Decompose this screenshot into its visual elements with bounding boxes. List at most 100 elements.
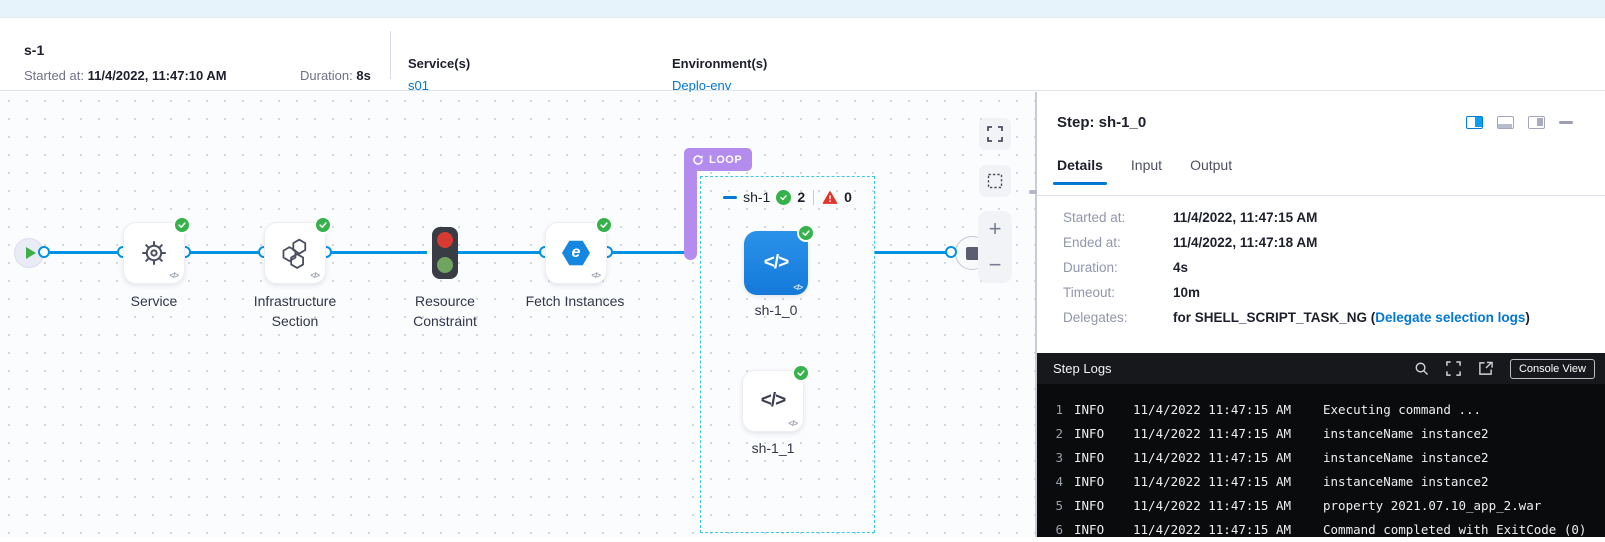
success-count: 2 xyxy=(797,189,805,205)
layout-split-icon[interactable] xyxy=(1466,116,1483,129)
detail-value: for SHELL_SCRIPT_TASK_NG (Delegate selec… xyxy=(1173,310,1530,325)
detail-label: Ended at: xyxy=(1063,235,1173,250)
zoom-in-button[interactable]: + xyxy=(978,218,1012,240)
fetch-instances-icon: e xyxy=(562,240,590,266)
duration-label: Duration: xyxy=(300,68,353,83)
environment-link[interactable]: Deplo-env xyxy=(672,78,767,93)
code-mini-icon: </> xyxy=(169,271,178,280)
detail-row: Ended at: 11/4/2022, 11:47:18 AM xyxy=(1063,235,1530,250)
log-line: 3INFO11/4/2022 11:47:15 AMinstanceName i… xyxy=(1037,446,1605,470)
search-icon[interactable] xyxy=(1414,361,1429,376)
node-label-sh-1-0: sh-1_0 xyxy=(726,300,826,320)
marquee-select-icon xyxy=(987,173,1003,189)
node-sh-1-0[interactable]: </> </> xyxy=(744,231,808,295)
success-badge-icon xyxy=(797,224,815,242)
step-tabs: Details Input Output xyxy=(1057,157,1232,185)
services-label: Service(s) xyxy=(408,56,470,71)
success-badge-icon xyxy=(595,216,613,234)
play-icon xyxy=(26,247,36,259)
script-icon: </> xyxy=(761,390,785,412)
detail-label: Duration: xyxy=(1063,260,1173,275)
detail-label: Delegates: xyxy=(1063,310,1173,325)
success-count-icon xyxy=(776,190,791,205)
minimize-icon[interactable] xyxy=(1559,121,1573,124)
traffic-red-light xyxy=(437,232,453,248)
layout-bottom-icon[interactable] xyxy=(1497,116,1514,129)
step-logs-body[interactable]: 1INFO11/4/2022 11:47:15 AMExecuting comm… xyxy=(1037,384,1605,537)
environments-block: Environment(s) Deplo-env xyxy=(672,56,767,93)
code-mini-icon: </> xyxy=(310,271,319,280)
error-count-icon xyxy=(822,190,838,205)
group-name: sh-1 xyxy=(743,189,770,205)
loop-label: LOOP xyxy=(709,154,742,166)
delegate-selection-logs-link[interactable]: Delegate selection logs xyxy=(1375,310,1525,325)
panel-layout-controls xyxy=(1466,116,1573,129)
code-mini-icon: </> xyxy=(788,419,797,428)
detail-value: 11/4/2022, 11:47:15 AM xyxy=(1173,210,1317,225)
node-resource-constraint[interactable] xyxy=(432,227,458,279)
traffic-green-light xyxy=(437,257,453,273)
collapse-group-icon[interactable] xyxy=(723,196,737,199)
environments-label: Environment(s) xyxy=(672,56,767,71)
node-sh-1-1[interactable]: </> </> xyxy=(742,370,804,432)
tab-details[interactable]: Details xyxy=(1057,157,1103,185)
console-view-button[interactable]: Console View xyxy=(1510,359,1595,379)
detail-row: Delegates: for SHELL_SCRIPT_TASK_NG (Del… xyxy=(1063,310,1530,325)
connector-port xyxy=(945,246,957,258)
detail-row: Duration: 4s xyxy=(1063,260,1530,275)
canvas-select-button[interactable] xyxy=(979,165,1011,197)
fullscreen-icon xyxy=(987,126,1003,142)
success-badge-icon xyxy=(173,216,191,234)
script-icon: </> xyxy=(764,252,788,274)
step-details-panel: Step: sh-1_0 Details Input Output Starte… xyxy=(1037,92,1605,537)
zoom-out-button[interactable]: − xyxy=(978,254,1012,276)
service-link[interactable]: s01 xyxy=(408,78,470,93)
duration-value: 8s xyxy=(356,68,370,83)
detail-row: Timeout: 10m xyxy=(1063,285,1530,300)
detail-value: 4s xyxy=(1173,260,1188,275)
step-details: Started at: 11/4/2022, 11:47:15 AM Ended… xyxy=(1063,210,1530,335)
header-divider xyxy=(390,31,391,79)
loop-group-header: sh-1 2 0 xyxy=(700,187,875,207)
log-actions: Console View xyxy=(1414,359,1595,379)
loop-group-box xyxy=(700,176,875,533)
started-at: Started at: 11/4/2022, 11:47:10 AM xyxy=(24,68,227,83)
node-infrastructure[interactable]: </> xyxy=(264,222,326,284)
node-label-resource: Resource Constraint xyxy=(395,291,495,331)
step-logs-panel: Step Logs Console View xyxy=(1037,353,1605,537)
tab-output[interactable]: Output xyxy=(1190,157,1232,185)
expand-logs-icon[interactable] xyxy=(1446,361,1461,376)
connector-edge xyxy=(449,251,545,254)
code-mini-icon: </> xyxy=(591,271,600,280)
node-service[interactable]: </> xyxy=(123,222,185,284)
node-label-sh-1-1: sh-1_1 xyxy=(723,438,823,458)
tab-input[interactable]: Input xyxy=(1131,157,1162,185)
step-panel-title: Step: sh-1_0 xyxy=(1057,114,1146,131)
pipeline-title: s-1 xyxy=(24,42,44,58)
node-fetch-instances[interactable]: e </> xyxy=(545,222,607,284)
log-line: 4INFO11/4/2022 11:47:15 AMinstanceName i… xyxy=(1037,470,1605,494)
canvas-fullscreen-button[interactable] xyxy=(979,118,1011,150)
detail-value: 11/4/2022, 11:47:18 AM xyxy=(1173,235,1317,250)
pipeline-canvas[interactable]: </> </> e </> Service Infrastructure Sec xyxy=(0,92,1036,537)
hexagons-icon xyxy=(279,237,311,269)
success-badge-icon xyxy=(792,364,810,382)
node-label-fetch: Fetch Instances xyxy=(505,291,645,311)
connector-edge xyxy=(185,251,264,254)
started-at-label: Started at: xyxy=(24,68,84,83)
tabs-divider xyxy=(1037,195,1605,196)
open-in-new-icon[interactable] xyxy=(1478,361,1493,376)
detail-value: 10m xyxy=(1173,285,1200,300)
node-label-service: Service xyxy=(104,291,204,311)
stop-icon xyxy=(966,247,979,260)
log-line: 5INFO11/4/2022 11:47:15 AMproperty 2021.… xyxy=(1037,494,1605,518)
layout-right-icon[interactable] xyxy=(1528,116,1545,129)
connector-edge xyxy=(44,251,123,254)
duration: Duration: 8s xyxy=(300,68,371,83)
loop-badge[interactable]: LOOP xyxy=(684,148,752,171)
loop-icon xyxy=(692,154,704,166)
log-line: 2INFO11/4/2022 11:47:15 AMinstanceName i… xyxy=(1037,422,1605,446)
detail-label: Timeout: xyxy=(1063,285,1173,300)
run-header: s-1 Started at: 11/4/2022, 11:47:10 AM D… xyxy=(0,19,1605,91)
detail-row: Started at: 11/4/2022, 11:47:15 AM xyxy=(1063,210,1530,225)
